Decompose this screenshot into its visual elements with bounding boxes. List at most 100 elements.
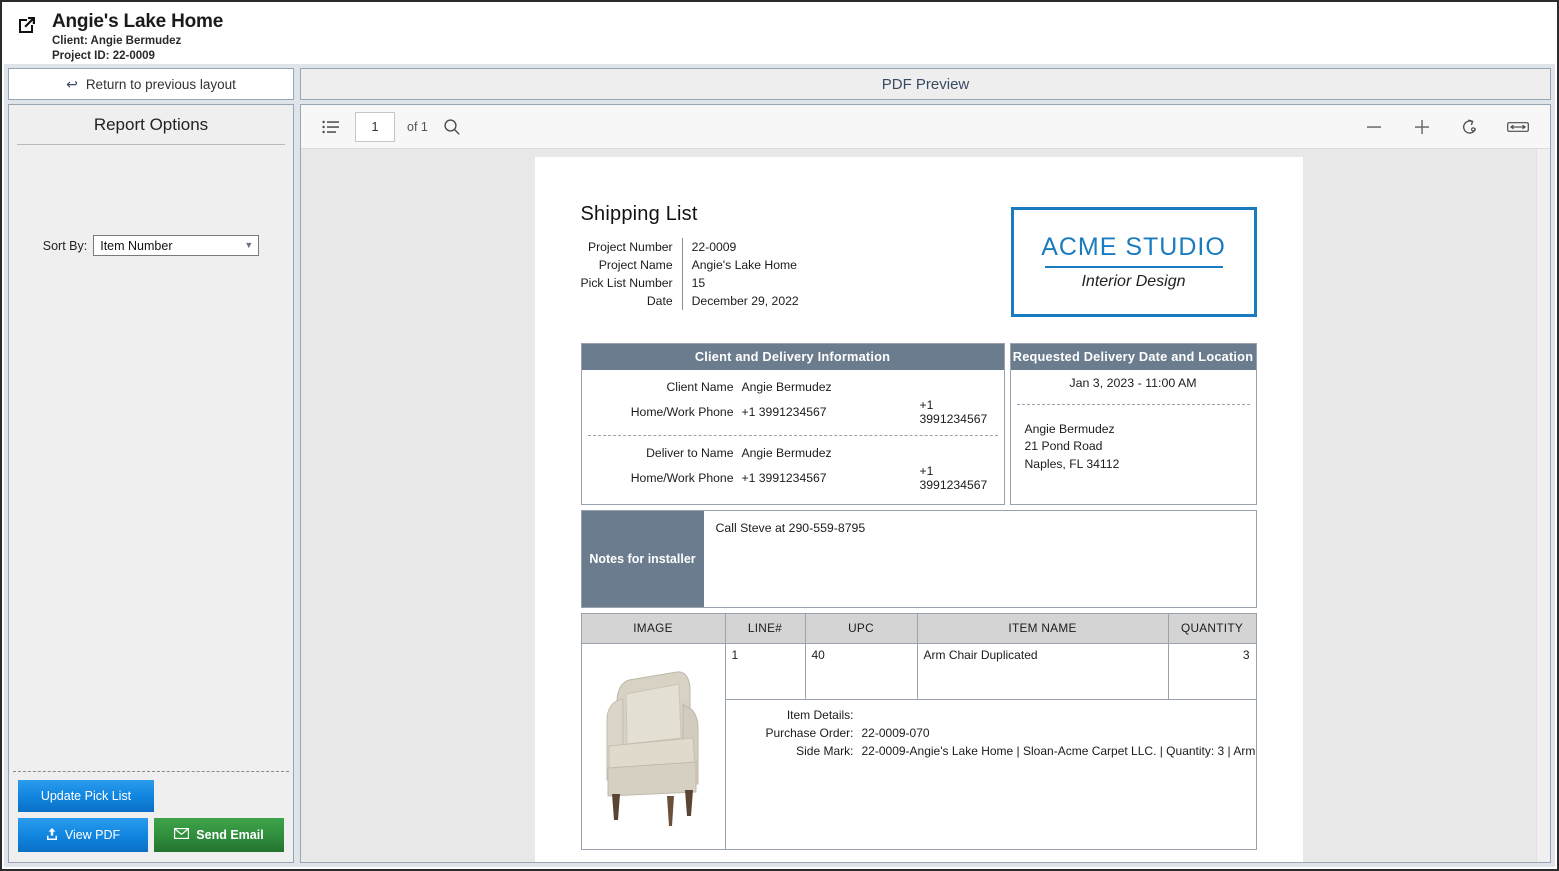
- field-value: +1 3991234567: [741, 471, 827, 485]
- list-view-icon[interactable]: [319, 115, 343, 139]
- item-name: Arm Chair Duplicated: [916, 642, 1169, 701]
- logo-divider: [1044, 266, 1223, 268]
- chevron-down-icon: ▼: [244, 240, 254, 250]
- sort-by-row: Sort By: Item Number ▼: [9, 235, 293, 256]
- return-to-previous-layout-button[interactable]: ↩ Return to previous layout: [8, 68, 294, 100]
- table-row: Home/Work Phone +1 3991234567 +1 3991234…: [582, 396, 1004, 428]
- field-value-secondary: +1 3991234567: [919, 464, 988, 492]
- column-header-quantity: QUANTITY: [1167, 613, 1257, 644]
- report-options-title: Report Options: [93, 115, 209, 134]
- external-link-icon[interactable]: [16, 14, 38, 36]
- requested-delivery-card: Requested Delivery Date and Location Jan…: [1009, 343, 1257, 505]
- pdf-scroll-area[interactable]: Shipping List Project Number 22-0009 Pro…: [301, 149, 1550, 862]
- application-window: Angie's Lake Home Client: Angie Bermudez…: [0, 0, 1559, 871]
- field-label: Deliver to Name: [646, 446, 734, 460]
- table-header-row: IMAGE LINE# UPC ITEM NAME QUANTITY: [580, 613, 1257, 644]
- toolbar-left-group: 1 of 1: [319, 111, 464, 142]
- address-line-1: Angie Bermudez: [1024, 422, 1115, 436]
- fit-width-icon[interactable]: [1506, 115, 1530, 139]
- pdf-toolbar: 1 of 1: [301, 105, 1550, 149]
- envelope-icon: [174, 828, 190, 842]
- pdf-page-container: Shipping List Project Number 22-0009 Pro…: [301, 149, 1536, 862]
- card-dashed-divider: [1016, 404, 1250, 405]
- page-number-input[interactable]: 1: [355, 111, 395, 142]
- header-title-block: Angie's Lake Home Client: Angie Bermudez…: [52, 10, 223, 65]
- toolbar-right-group: [1362, 115, 1538, 139]
- deliver-to-table: Deliver to Name Angie Bermudez Home/Work…: [582, 444, 1004, 494]
- table-row: Date December 29, 2022: [581, 292, 799, 310]
- field-value-secondary: [920, 444, 1004, 462]
- item-details-table: Item Details: Purchase Order: 22-0009-07…: [726, 700, 1256, 760]
- upload-icon: [46, 827, 58, 844]
- delivery-card-header: Requested Delivery Date and Location: [1010, 344, 1256, 370]
- notes-text: Call Steve at 290-559-8795: [703, 511, 1256, 607]
- item-line-number: 1: [724, 642, 806, 701]
- left-sidebar: ↩ Return to previous layout Report Optio…: [4, 64, 297, 867]
- table-row: Project Name Angie's Lake Home: [581, 256, 799, 274]
- pdf-page-sheet: Shipping List Project Number 22-0009 Pro…: [534, 157, 1303, 862]
- document-header: Shipping List Project Number 22-0009 Pro…: [581, 203, 1257, 317]
- column-header-item-name: ITEM NAME: [916, 613, 1169, 644]
- meta-value: 22-0009: [681, 238, 799, 256]
- logo-tagline: Interior Design: [1081, 273, 1186, 290]
- vertical-scrollbar[interactable]: [1536, 149, 1550, 862]
- meta-label: Date: [646, 294, 673, 308]
- pdf-preview-title-bar: PDF Preview: [300, 68, 1551, 100]
- update-pick-list-label: Update Pick List: [40, 789, 132, 803]
- send-email-button[interactable]: Send Email: [154, 818, 284, 852]
- field-label: Client Name: [666, 380, 734, 394]
- update-pick-list-button[interactable]: Update Pick List: [18, 780, 154, 812]
- plus-icon[interactable]: [1410, 115, 1434, 139]
- report-options-content: Sort By: Item Number ▼: [9, 145, 293, 771]
- return-button-label: Return to previous layout: [85, 76, 236, 92]
- detail-label: Item Details:: [786, 708, 854, 723]
- notes-for-installer-row: Notes for installer Call Steve at 290-55…: [580, 510, 1257, 608]
- pdf-preview-title: PDF Preview: [881, 75, 970, 93]
- table-row: Home/Work Phone +1 3991234567 +1 3991234…: [582, 462, 1004, 494]
- field-label: Home/Work Phone: [630, 471, 734, 485]
- card-dashed-divider: [587, 435, 998, 436]
- column-header-upc: UPC: [804, 613, 918, 644]
- minus-icon[interactable]: [1362, 115, 1386, 139]
- field-value: Angie Bermudez: [741, 380, 832, 394]
- page-count-label: of 1: [407, 119, 428, 134]
- view-pdf-button[interactable]: View PDF: [18, 818, 148, 852]
- delivery-address: Angie Bermudez 21 Pond Road Naples, FL 3…: [1011, 413, 1256, 473]
- detail-label: Side Mark:: [796, 744, 854, 759]
- arm-chair-photo: [606, 671, 699, 826]
- info-cards-row: Client and Delivery Information Client N…: [580, 343, 1257, 505]
- address-line-3: Naples, FL 34112: [1024, 456, 1120, 471]
- items-table: IMAGE LINE# UPC ITEM NAME QUANTITY 1 40 …: [580, 613, 1257, 850]
- rotate-icon[interactable]: [1458, 115, 1482, 139]
- meta-label: Pick List Number: [580, 276, 673, 290]
- page-title: Angie's Lake Home: [52, 11, 224, 32]
- field-value: Angie Bermudez: [741, 446, 832, 460]
- meta-label: Project Name: [598, 258, 673, 272]
- button-row: View PDF Send Email: [18, 818, 284, 852]
- table-row: Side Mark: 22-0009-Angie's Lake Home | S…: [726, 742, 1256, 760]
- table-row: Client Name Angie Bermudez: [582, 378, 1004, 396]
- back-arrow-icon: ↩: [66, 75, 78, 92]
- search-icon[interactable]: [440, 115, 464, 139]
- item-details-cell: Item Details: Purchase Order: 22-0009-07…: [724, 699, 1257, 850]
- detail-value: [862, 700, 1256, 724]
- notes-label: Notes for installer: [581, 511, 704, 607]
- client-info-table: Client Name Angie Bermudez Home/Work Pho…: [582, 378, 1004, 428]
- document-header-left: Shipping List Project Number 22-0009 Pro…: [581, 203, 1011, 310]
- table-row: Deliver to Name Angie Bermudez: [582, 444, 1004, 462]
- address-line-2: 21 Pond Road: [1024, 439, 1103, 454]
- item-image-cell: [580, 643, 726, 850]
- client-card-body: Client Name Angie Bermudez Home/Work Pho…: [582, 370, 1004, 504]
- delivery-datetime: Jan 3, 2023 - 11:00 AM: [1069, 376, 1197, 390]
- field-value-secondary: [920, 378, 1004, 396]
- sort-by-select[interactable]: Item Number ▼: [93, 235, 260, 256]
- detail-label: Purchase Order:: [765, 726, 854, 741]
- field-value-secondary: +1 3991234567: [919, 398, 988, 426]
- client-line: Client: Angie Bermudez: [52, 34, 182, 47]
- field-label: Home/Work Phone: [630, 405, 734, 419]
- body-area: ↩ Return to previous layout Report Optio…: [4, 64, 1555, 867]
- send-email-label: Send Email: [196, 828, 264, 842]
- table-row: Project Number 22-0009: [581, 238, 799, 256]
- column-header-image: IMAGE: [580, 613, 726, 644]
- document-meta-table: Project Number 22-0009 Project Name Angi…: [581, 238, 799, 310]
